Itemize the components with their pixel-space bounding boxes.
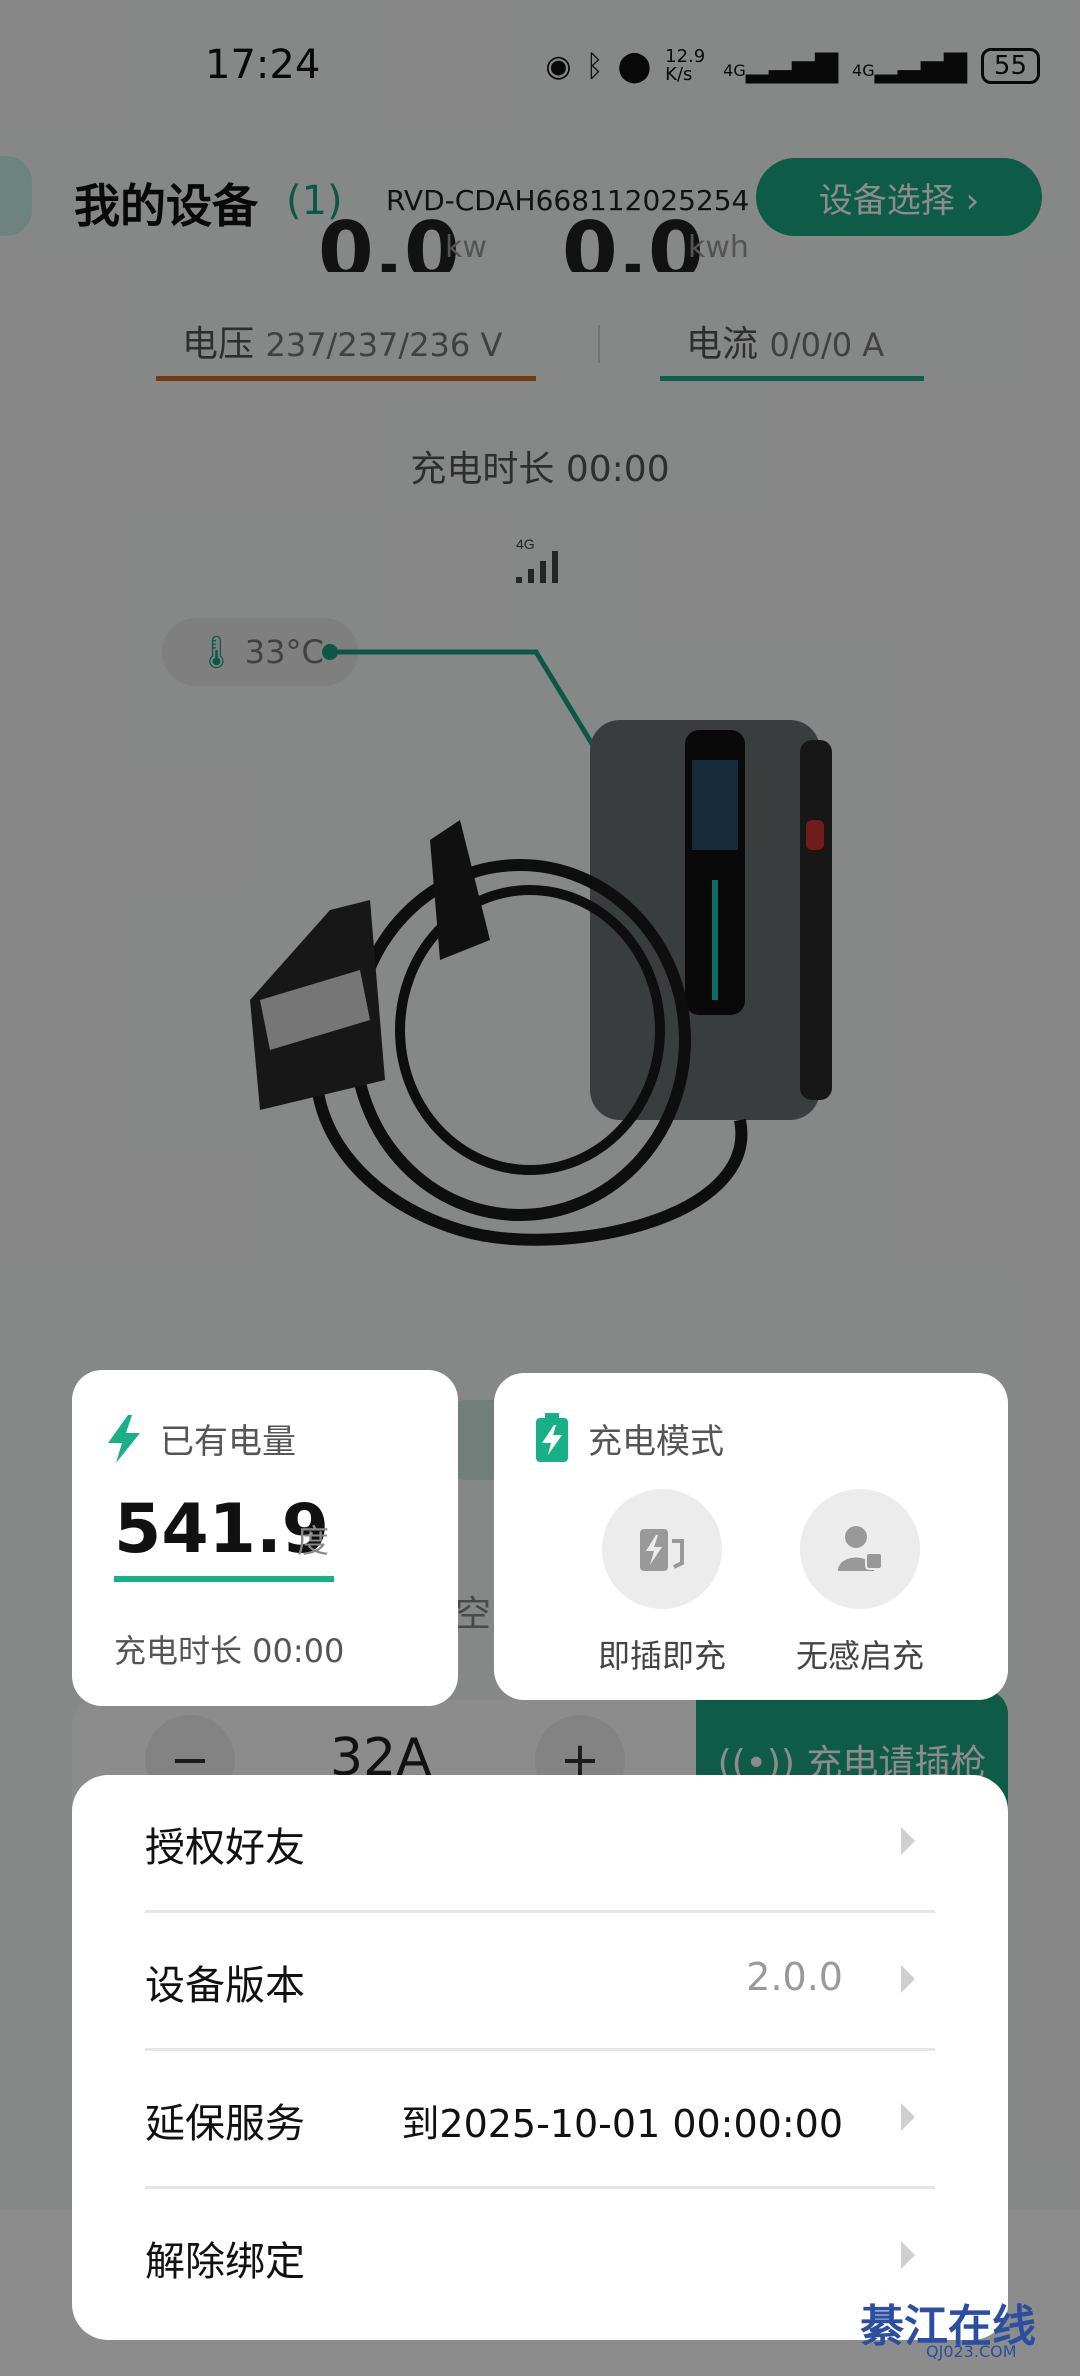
user-auth-icon [800,1489,920,1609]
mode-card-header: 充电模式 [534,1413,724,1463]
energy-amount-unit: 度 [297,1522,330,1560]
mode-seamless-start[interactable]: 无感启充 [770,1489,950,1677]
energy-card: 已有电量 541.9 度 充电时长 00:00 [72,1370,458,1706]
device-version-row[interactable]: 设备版本 2.0.0 [145,1913,935,2051]
warranty-expiry-value: 到2025-10-01 00:00:00 [401,2102,843,2146]
chevron-right-icon [901,2241,915,2269]
authorize-friends-row[interactable]: 授权好友 [145,1775,935,1913]
energy-underline [114,1576,334,1582]
device-version-value: 2.0.0 [746,1955,843,1999]
mode-plug-and-charge[interactable]: 即插即充 [572,1489,752,1677]
warranty-service-row[interactable]: 延保服务 到2025-10-01 00:00:00 [145,2051,935,2189]
mode-card-title: 充电模式 [588,1421,724,1462]
energy-duration: 充电时长 00:00 [114,1632,345,1670]
chevron-right-icon [901,1827,915,1855]
lightning-icon [108,1414,140,1463]
unbind-device-row[interactable]: 解除绑定 [145,2189,935,2327]
chevron-right-icon [901,2103,915,2131]
watermark-url: QJ023.COM [926,2342,1017,2361]
charge-mode-card: 充电模式 即插即充 无感启充 [494,1373,1008,1700]
plug-charge-icon [602,1489,722,1609]
energy-card-header: 已有电量 [106,1414,296,1463]
energy-card-title: 已有电量 [160,1422,296,1462]
chevron-right-icon [901,1965,915,1993]
device-options-sheet: 授权好友 设备版本 2.0.0 延保服务 到2025-10-01 00:00:0… [72,1775,1008,2340]
battery-charging-icon [536,1413,568,1462]
